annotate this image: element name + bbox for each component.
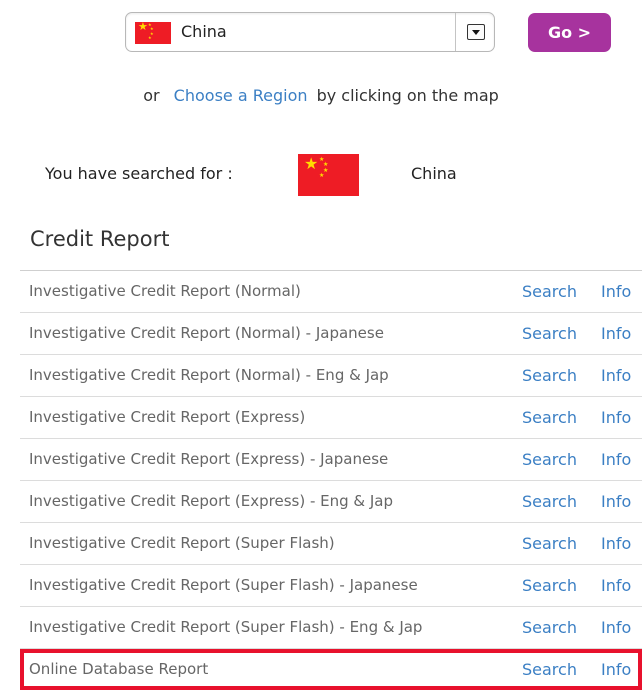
info-link[interactable]: Info <box>601 397 631 438</box>
info-link[interactable]: Info <box>601 355 631 396</box>
country-select-value: China <box>181 22 227 41</box>
search-link[interactable]: Search <box>522 481 577 522</box>
report-row: Investigative Credit Report (Express) - … <box>20 439 642 481</box>
report-row: Investigative Credit Report (Super Flash… <box>20 523 642 565</box>
search-link[interactable]: Search <box>522 439 577 480</box>
report-name: Investigative Credit Report (Express) - … <box>29 492 394 510</box>
report-name: Investigative Credit Report (Normal) - E… <box>29 366 389 384</box>
report-row: Investigative Credit Report (Express) - … <box>20 481 642 523</box>
report-name: Investigative Credit Report (Express) <box>29 408 306 426</box>
searched-for-label: You have searched for : <box>45 164 233 183</box>
search-link[interactable]: Search <box>522 607 577 648</box>
search-link[interactable]: Search <box>522 397 577 438</box>
report-name: Investigative Credit Report (Normal) - J… <box>29 324 384 342</box>
search-link[interactable]: Search <box>522 649 577 690</box>
region-prefix: or <box>143 86 160 105</box>
report-name: Investigative Credit Report (Super Flash… <box>29 576 418 594</box>
report-row: Investigative Credit Report (Normal) - E… <box>20 355 642 397</box>
report-name: Investigative Credit Report (Super Flash… <box>29 534 335 552</box>
report-row: Investigative Credit Report (Normal) - J… <box>20 313 642 355</box>
search-link[interactable]: Search <box>522 355 577 396</box>
region-instruction: or Choose a Region by clicking on the ma… <box>0 86 642 105</box>
china-flag-icon: ★ ★ ★ ★ ★ <box>298 154 359 196</box>
region-suffix: by clicking on the map <box>316 86 499 105</box>
search-link[interactable]: Search <box>522 523 577 564</box>
info-link[interactable]: Info <box>601 439 631 480</box>
report-name: Investigative Credit Report (Super Flash… <box>29 618 423 636</box>
country-select[interactable]: ★ ★ ★ ★ ★ China <box>125 12 495 52</box>
report-row: Investigative Credit Report (Super Flash… <box>20 607 642 649</box>
page: ★ ★ ★ ★ ★ China Go > or Choose a Region … <box>0 0 642 690</box>
info-link[interactable]: Info <box>601 313 631 354</box>
go-button[interactable]: Go > <box>528 13 611 52</box>
report-list: Investigative Credit Report (Normal) Sea… <box>20 270 642 690</box>
choose-region-link[interactable]: Choose a Region <box>174 86 308 105</box>
search-link[interactable]: Search <box>522 271 577 312</box>
info-link[interactable]: Info <box>601 565 631 606</box>
report-row: Investigative Credit Report (Express) Se… <box>20 397 642 439</box>
report-row-highlighted: Online Database Report Search Info <box>20 649 642 690</box>
select-divider <box>455 13 456 51</box>
china-flag-icon: ★ ★ ★ ★ ★ <box>135 21 171 44</box>
report-row: Investigative Credit Report (Super Flash… <box>20 565 642 607</box>
searched-country: China <box>411 164 457 183</box>
search-link[interactable]: Search <box>522 565 577 606</box>
info-link[interactable]: Info <box>601 481 631 522</box>
info-link[interactable]: Info <box>601 649 631 690</box>
report-name: Online Database Report <box>29 660 209 678</box>
info-link[interactable]: Info <box>601 523 631 564</box>
report-row: Investigative Credit Report (Normal) Sea… <box>20 271 642 313</box>
report-name: Investigative Credit Report (Express) - … <box>29 450 389 468</box>
chevron-down-icon[interactable] <box>467 24 485 40</box>
report-name: Investigative Credit Report (Normal) <box>29 282 301 300</box>
section-title: Credit Report <box>30 227 170 251</box>
info-link[interactable]: Info <box>601 607 631 648</box>
info-link[interactable]: Info <box>601 271 631 312</box>
search-link[interactable]: Search <box>522 313 577 354</box>
